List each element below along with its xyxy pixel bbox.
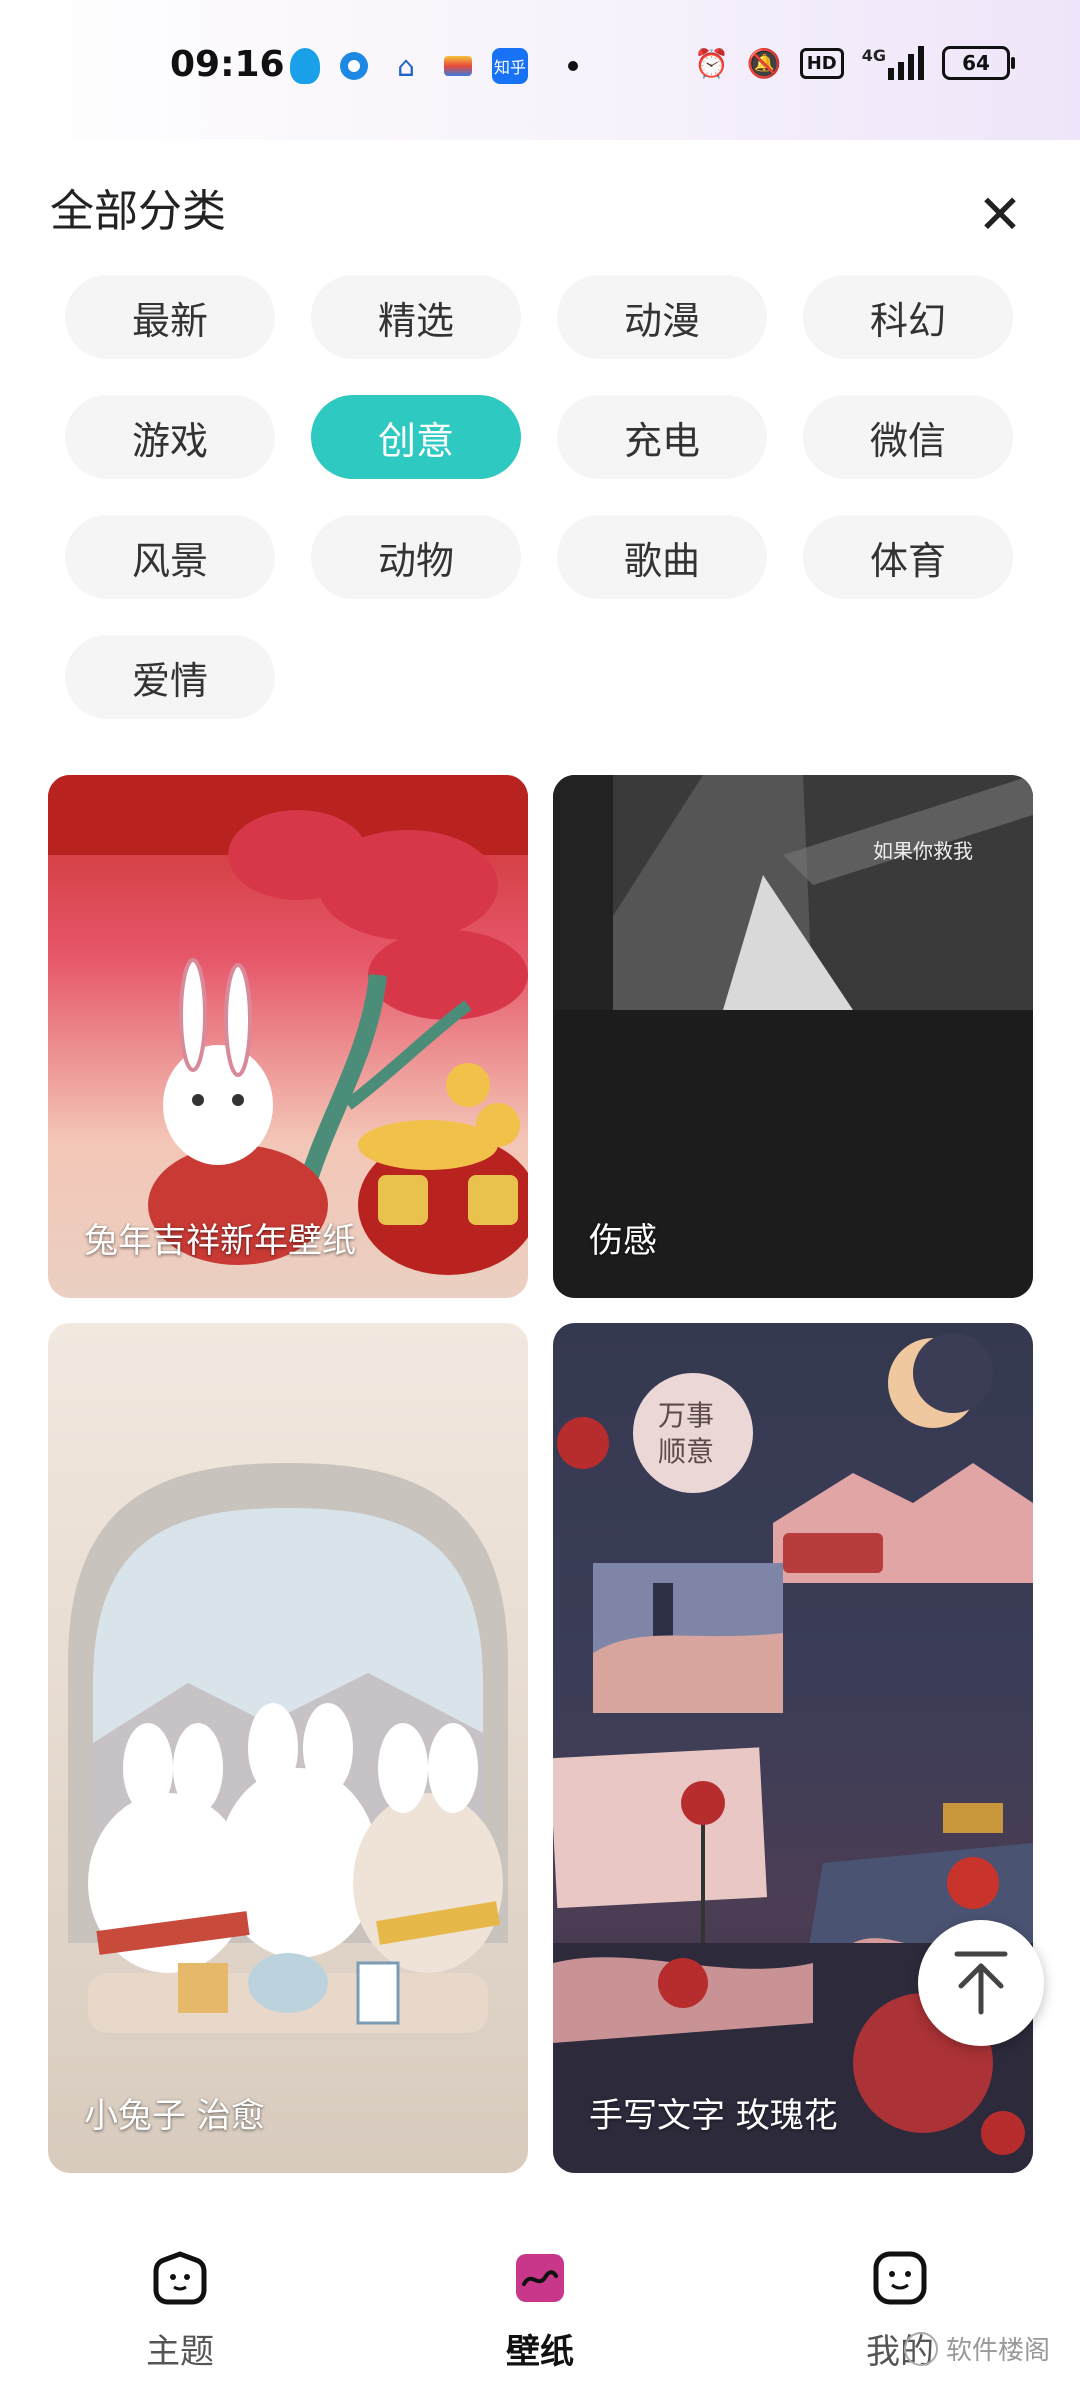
wallpaper-overlay-text: 万事顺意 [658, 1399, 715, 1468]
wallpaper-title: 兔年吉祥新年壁纸 [84, 1221, 356, 1261]
wallpaper-thumbnail [68, 1463, 508, 2033]
category-chip[interactable]: 动漫 [557, 275, 767, 359]
page-title: 全部分类 [50, 186, 226, 237]
browser-icon [340, 52, 368, 80]
wallpaper-icon [516, 2254, 564, 2302]
mute-icon: 🔕 [746, 46, 782, 80]
status-time: 09:16 [170, 44, 285, 85]
category-chip-selected[interactable]: 创意 [311, 395, 521, 479]
wallpaper-card[interactable]: 小兔子 治愈 [48, 1323, 528, 2173]
wallpaper-card[interactable]: 万事顺意 手写文字 玫瑰花 [553, 1323, 1033, 2173]
more-notifications-dot [568, 61, 578, 71]
nav-item-theme[interactable]: 主题 [80, 2250, 280, 2373]
status-bar: 09:16 ⌂ 知乎 ⏰ 🔕 HD 4G 64 [0, 0, 1080, 140]
nav-label: 主题 [146, 2332, 214, 2372]
battery-icon: 64 [942, 46, 1015, 80]
nav-label: 壁纸 [506, 2332, 574, 2372]
telecom-icon: ⌂ [397, 49, 415, 83]
wallpaper-thumbnail [553, 1333, 1033, 2173]
category-chip[interactable]: 爱情 [65, 635, 275, 719]
system-icons: ⏰ 🔕 HD 4G 64 [693, 46, 1015, 80]
watermark-text: 软件楼阁 [945, 2336, 1050, 2366]
network-type: 4G [861, 46, 886, 65]
wallpaper-card[interactable]: 如果你救我 伤感 [553, 775, 1033, 1298]
watermark-icon [903, 2331, 938, 2366]
arrow-up-icon [954, 1951, 1008, 2015]
bottom-navigation: 主题 壁纸 我的 软件楼阁 [0, 2180, 1080, 2400]
hd-icon: HD [799, 47, 844, 79]
qq-icon [290, 48, 320, 84]
category-chips: 最新 精选 动漫 科幻 游戏 创意 充电 微信 风景 动物 歌曲 体育 爱情 [65, 275, 1045, 719]
category-chip[interactable]: 精选 [311, 275, 521, 359]
wallpaper-card[interactable]: 兔年吉祥新年壁纸 [48, 775, 528, 1298]
alarm-icon: ⏰ [693, 46, 729, 80]
signal-icon: 4G [862, 46, 924, 80]
close-icon: ✕ [977, 183, 1023, 246]
theme-icon [153, 2251, 207, 2305]
category-chip[interactable]: 游戏 [65, 395, 275, 479]
category-chip[interactable]: 风景 [65, 515, 275, 599]
category-chip[interactable]: 科幻 [803, 275, 1013, 359]
wallpaper-title: 伤感 [589, 1221, 657, 1261]
watermark: 软件楼阁 [903, 2330, 1050, 2367]
app-icon [444, 56, 472, 76]
wallpaper-overlay-text: 如果你救我 [873, 839, 973, 863]
category-chip[interactable]: 最新 [65, 275, 275, 359]
category-chip[interactable]: 歌曲 [557, 515, 767, 599]
category-chip[interactable]: 动物 [311, 515, 521, 599]
zhihu-icon: 知乎 [492, 48, 528, 84]
category-chip[interactable]: 微信 [803, 395, 1013, 479]
profile-icon [873, 2251, 927, 2305]
nav-item-wallpaper[interactable]: 壁纸 [440, 2250, 640, 2373]
wallpaper-title: 小兔子 治愈 [84, 2096, 265, 2136]
notification-icons: ⌂ 知乎 [290, 48, 578, 84]
wallpaper-title: 手写文字 玫瑰花 [589, 2096, 838, 2136]
close-button[interactable]: ✕ [965, 180, 1035, 250]
category-chip[interactable]: 充电 [557, 395, 767, 479]
category-chip[interactable]: 体育 [803, 515, 1013, 599]
back-to-top-button[interactable] [918, 1920, 1044, 2046]
